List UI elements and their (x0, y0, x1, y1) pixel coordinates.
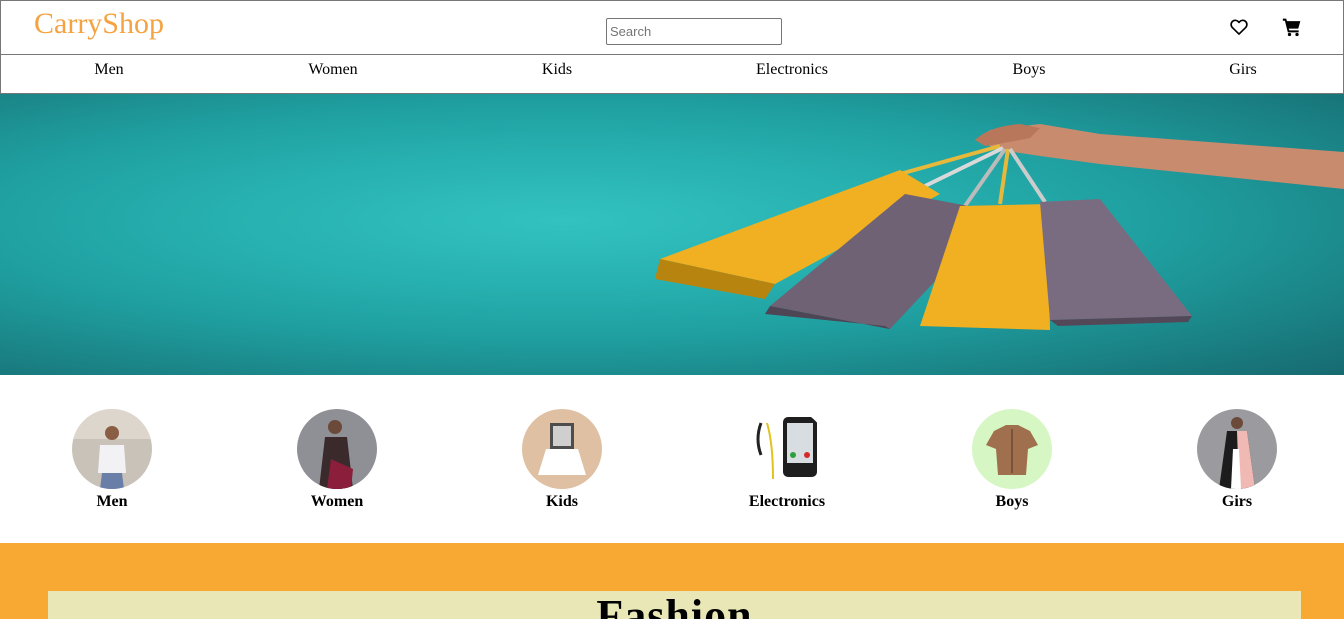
kids-photo (522, 409, 602, 489)
hero-banner[interactable] (0, 94, 1344, 375)
boys-photo (972, 409, 1052, 489)
search-input[interactable] (606, 18, 782, 45)
nav-item-girls[interactable]: Girs (1229, 61, 1257, 79)
category-nav: Men Women Kids Electronics Boys Girs (0, 54, 1344, 94)
category-card-women[interactable]: Women (277, 409, 397, 511)
category-card-electronics[interactable]: Electronics (727, 409, 847, 511)
category-label: Electronics (748, 493, 826, 510)
category-card-girls[interactable]: Girs (1177, 409, 1297, 511)
category-label: Women (310, 493, 364, 510)
heart-icon[interactable] (1229, 17, 1249, 37)
nav-item-electronics[interactable]: Electronics (756, 61, 828, 79)
promo-title: Fashion (596, 591, 753, 619)
promo-section: Fashion (0, 543, 1344, 619)
nav-item-boys[interactable]: Boys (1013, 61, 1046, 79)
women-photo (297, 409, 377, 489)
logo[interactable]: CarryShop (34, 7, 164, 41)
category-label: Boys (995, 493, 1029, 510)
category-label: Girs (1221, 493, 1253, 510)
cart-icon[interactable] (1282, 17, 1302, 37)
category-card-kids[interactable]: Kids (502, 409, 622, 511)
electronics-photo (747, 409, 827, 489)
category-label: Kids (545, 493, 578, 510)
category-label: Men (96, 493, 128, 510)
shopping-bags-illustration (655, 124, 1344, 330)
men-photo (72, 409, 152, 489)
promo-card: Fashion (48, 591, 1301, 619)
girls-photo (1197, 409, 1277, 489)
category-card-men[interactable]: Men (52, 409, 172, 511)
nav-item-kids[interactable]: Kids (542, 61, 572, 79)
header: CarryShop (0, 0, 1344, 55)
nav-item-men[interactable]: Men (94, 61, 123, 79)
category-grid: Men Women Kids Electronics Boys Girs (0, 375, 1344, 543)
nav-item-women[interactable]: Women (308, 61, 357, 79)
category-card-boys[interactable]: Boys (952, 409, 1072, 511)
